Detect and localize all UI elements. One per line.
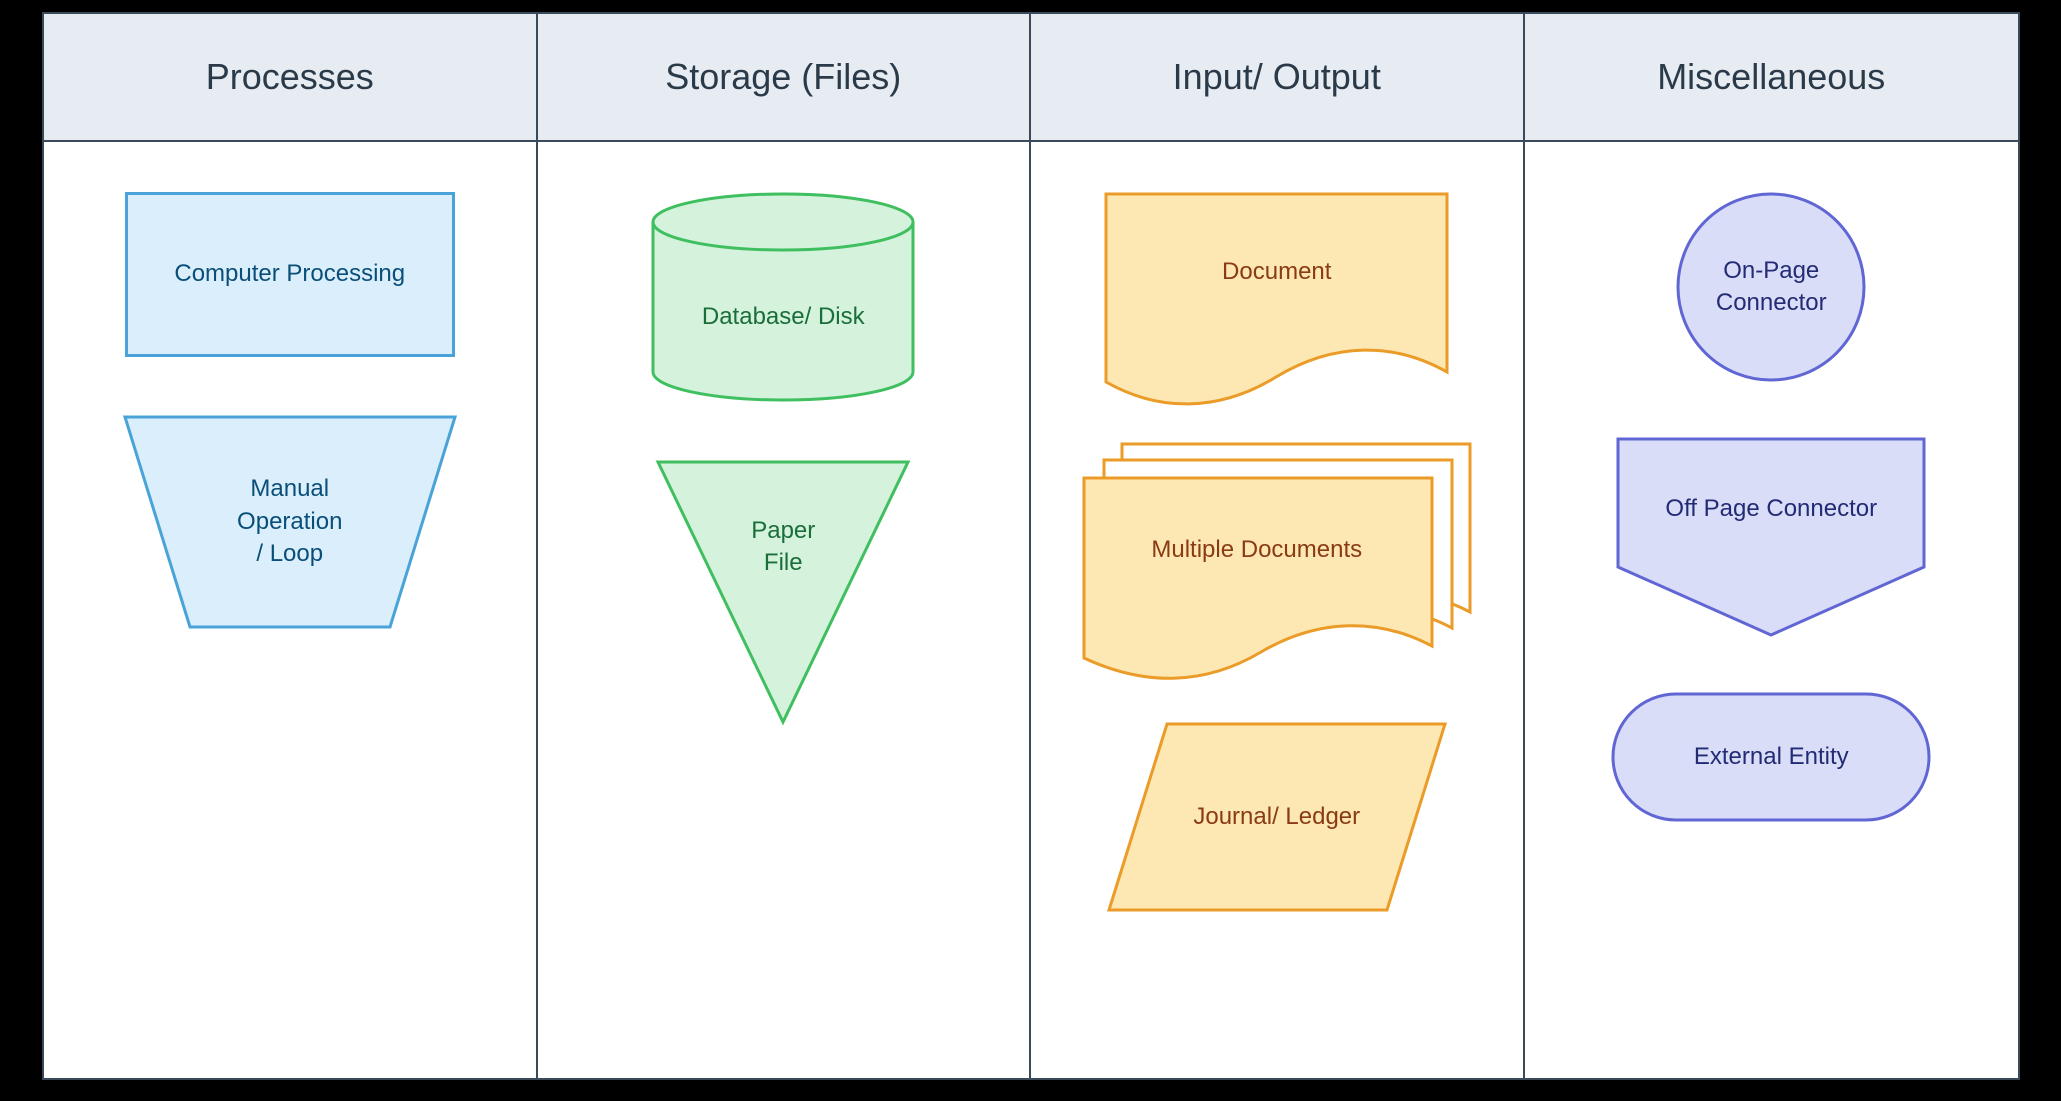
col-misc: On-PageConnector Off Page Connector Exte… [1525,142,2019,1078]
col-header-label: Processes [206,53,374,102]
shape-label: Journal/ Ledger [1193,801,1360,833]
shape-label: External Entity [1694,741,1849,773]
shape-database-disk: Database/ Disk [643,192,923,402]
col-header-label: Input/ Output [1173,53,1381,102]
diagram-canvas: Processes Storage (Files) Input/ Output … [42,12,2020,1080]
col-header-io: Input/ Output [1031,14,1525,142]
shape-external-entity: External Entity [1611,692,1931,822]
col-header-misc: Miscellaneous [1525,14,2019,142]
col-processes: Computer Processing ManualOperation/ Loo… [44,142,538,1078]
shape-label: Database/ Disk [702,301,865,333]
shape-label: Off Page Connector [1665,493,1877,525]
col-header-label: Miscellaneous [1657,53,1885,102]
shape-multiple-documents: Multiple Documents [1082,442,1472,682]
shape-label: Multiple Documents [1151,534,1362,566]
shape-label: Computer Processing [174,258,405,290]
shape-journal-ledger: Journal/ Ledger [1107,722,1447,912]
col-header-processes: Processes [44,14,538,142]
shape-off-page-connector: Off Page Connector [1616,437,1926,637]
shape-document: Document [1104,192,1449,402]
shape-label: On-PageConnector [1716,255,1827,320]
col-storage: Database/ Disk PaperFile [538,142,1032,1078]
col-io: Document Multiple Documents Journal/ [1031,142,1525,1078]
shape-paper-file: PaperFile [658,462,908,722]
shape-label: ManualOperation/ Loop [237,473,342,570]
shape-label: Document [1222,256,1331,288]
col-header-storage: Storage (Files) [538,14,1032,142]
shape-computer-processing: Computer Processing [125,192,455,357]
shape-on-page-connector: On-PageConnector [1676,192,1866,382]
shape-label: PaperFile [751,515,815,580]
shape-manual-operation: ManualOperation/ Loop [125,417,455,627]
col-header-label: Storage (Files) [665,53,901,102]
